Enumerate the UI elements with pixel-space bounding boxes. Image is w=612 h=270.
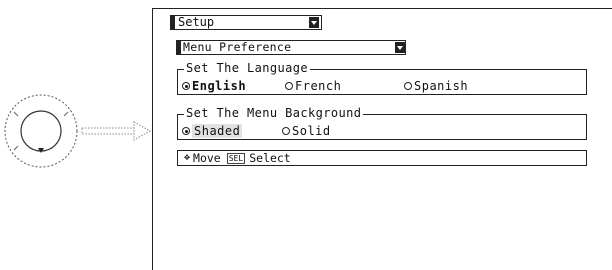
sel-key-icon: SEL <box>226 152 246 164</box>
dropdown-arrow-icon[interactable] <box>395 42 405 53</box>
option-label: Spanish <box>414 79 469 93</box>
background-option-solid[interactable]: Solid <box>282 124 331 138</box>
radio-icon[interactable] <box>404 82 412 90</box>
background-group: Set The Menu Background Shaded Solid <box>177 106 587 140</box>
submenu-bar[interactable]: Menu Preference <box>176 40 406 55</box>
menu-title: Setup <box>178 15 215 29</box>
language-option-english[interactable]: English <box>182 79 246 93</box>
select-label: Select <box>249 151 291 165</box>
option-label: Solid <box>292 124 331 138</box>
radio-selected-icon[interactable] <box>182 82 190 90</box>
language-option-french[interactable]: French <box>285 79 341 93</box>
right-arrow-icon <box>80 120 152 142</box>
language-option-spanish[interactable]: Spanish <box>404 79 468 93</box>
option-label: French <box>295 79 342 93</box>
help-bar: ✥ Move SEL Select <box>177 150 587 166</box>
background-legend: Set The Menu Background <box>184 106 364 120</box>
option-label: English <box>192 79 247 93</box>
dropdown-arrow-icon[interactable] <box>309 17 319 28</box>
radio-icon[interactable] <box>285 82 293 90</box>
submenu-title: Menu Preference <box>183 40 292 54</box>
radio-icon[interactable] <box>282 127 290 135</box>
setup-menu-bar[interactable]: Setup <box>170 15 322 30</box>
option-label: Shaded <box>192 124 243 138</box>
move-label: Move <box>193 151 221 165</box>
language-group: Set The Language English French Spanish <box>177 61 587 95</box>
remote-dpad-icon <box>2 92 80 170</box>
four-way-arrow-icon: ✥ <box>184 152 191 163</box>
background-option-shaded[interactable]: Shaded <box>182 124 243 138</box>
radio-selected-icon[interactable] <box>182 127 190 135</box>
language-legend: Set The Language <box>184 61 310 75</box>
bar-marker <box>177 41 181 54</box>
bar-marker <box>171 16 175 29</box>
